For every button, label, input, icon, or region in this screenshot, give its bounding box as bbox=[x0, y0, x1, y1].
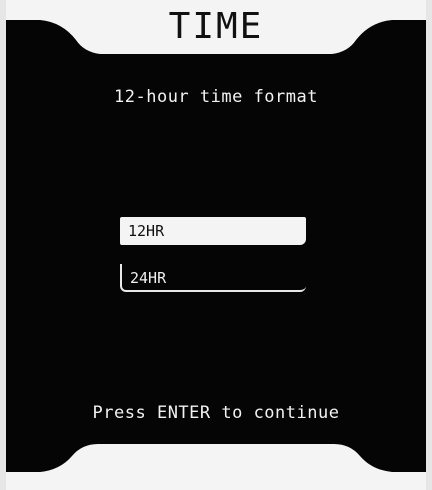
setting-description: 12-hour time format bbox=[114, 87, 318, 107]
continue-prompt: Press ENTER to continue bbox=[92, 403, 340, 423]
option-24hr[interactable]: 24HR bbox=[120, 264, 306, 292]
display-screen: TIME 12-hour time format 12HR 24HR Press… bbox=[0, 0, 432, 490]
option-12hr[interactable]: 12HR bbox=[120, 217, 306, 245]
screen-title: TIME bbox=[168, 6, 264, 47]
